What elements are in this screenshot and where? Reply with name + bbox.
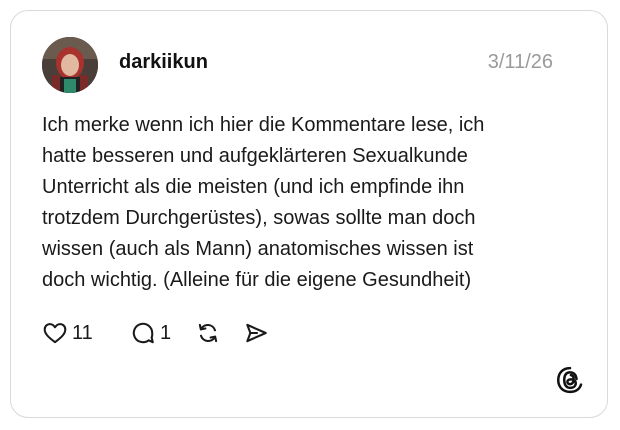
comment-button[interactable]: 1 [130,317,171,349]
avatar[interactable] [42,37,98,93]
speech-bubble-icon [132,322,154,344]
post-text: Ich merke wenn ich hier die Kommentare l… [42,110,582,296]
heart-icon [43,323,67,344]
like-button[interactable]: 11 [42,317,93,349]
post-text-line: trotzdem Durchgerüstes), sowas sollte ma… [42,207,476,229]
comment-count: 1 [160,321,172,344]
post-text-line: Unterricht als die meisten (und ich empf… [42,176,465,198]
post-text-line: doch wichtig. (Alleine für die eigene Ge… [42,269,472,291]
post-card: darkiikun 3/11/26 Ich merke wenn ich hie… [10,10,608,418]
avatar-image [42,37,98,93]
post-date: 3/11/26 [487,51,553,73]
threads-logo-icon [555,365,585,395]
post-text-line: hatte besseren und aufgeklärteren Sexual… [42,145,468,167]
share-button[interactable] [243,317,269,349]
send-icon [246,323,267,343]
username[interactable]: darkiikun [119,51,208,74]
post-text-line: Ich merke wenn ich hier die Kommentare l… [42,114,485,136]
repost-icon [198,323,218,343]
like-count: 11 [72,321,93,344]
post-text-line: wissen (auch als Mann) anatomisches wiss… [42,238,474,260]
repost-button[interactable] [195,317,221,349]
